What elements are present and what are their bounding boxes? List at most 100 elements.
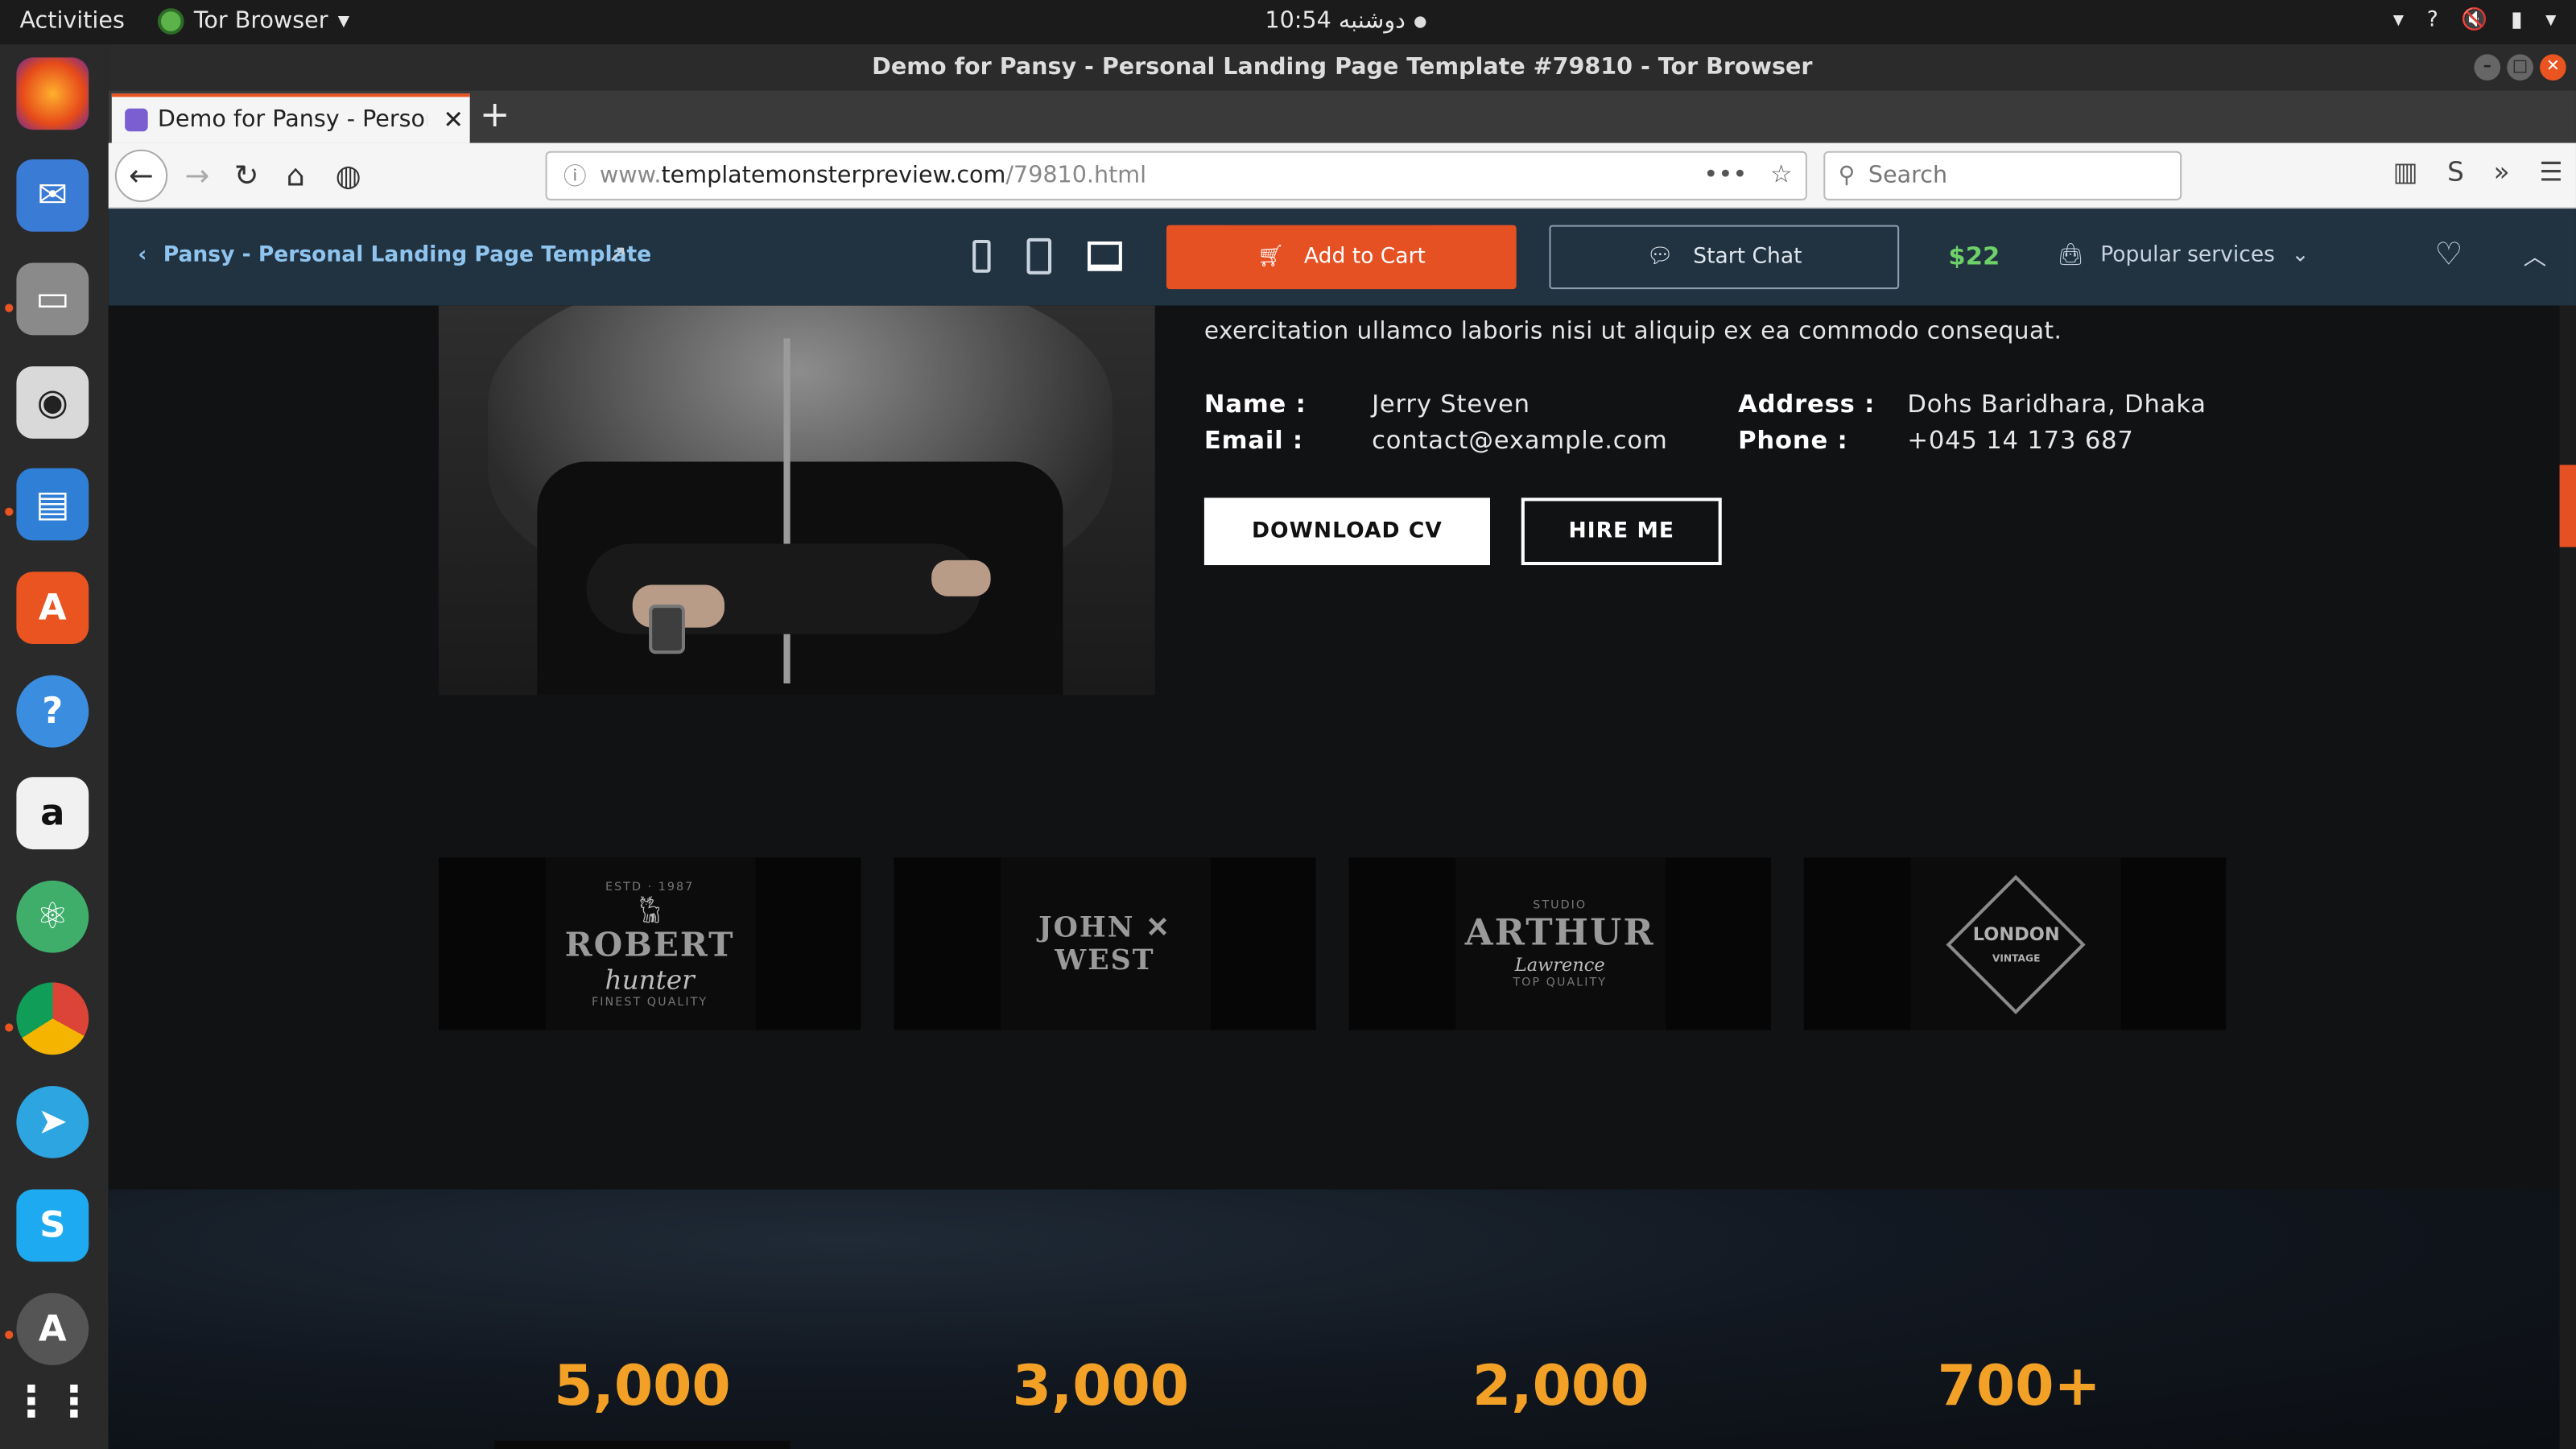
client-logo-john-west[interactable]: JOHN ✕ WEST [894,857,1316,1030]
hamburger-menu-icon[interactable]: ☰ [2539,156,2562,188]
chevron-down-icon: ⌄ [2291,243,2310,268]
app-menu[interactable]: Tor Browser ▾ [157,8,349,35]
close-tab-icon[interactable]: ✕ [437,105,470,135]
notification-dot-icon [1415,15,1427,27]
rhythmbox-icon[interactable]: ◉ [16,366,89,439]
add-to-cart-button[interactable]: 🛒︎ Add to Cart [1166,225,1517,290]
thunderbird-icon[interactable]: ✉ [16,159,89,232]
reload-icon[interactable]: ↻ [224,153,270,199]
collapse-toolbar-icon[interactable]: ︿ [2524,240,2547,273]
name-label: Name : [1203,389,1307,419]
tor-onion-icon[interactable]: ◍ [325,153,371,199]
help-icon[interactable]: ? [16,675,89,748]
url-text: www.templatemonsterpreview.com/79810.htm… [599,163,1147,189]
help-icon[interactable]: ? [2427,8,2438,33]
app-menu-label: Tor Browser [193,8,328,35]
stat-divider [494,1440,791,1449]
phone-label: Phone : [1738,425,1848,456]
desktop-view-icon[interactable] [1088,241,1122,271]
forward-icon[interactable]: → [174,153,220,199]
files-icon[interactable]: ▭ [16,262,89,336]
search-input[interactable]: ⚲ Search [1823,151,2182,200]
scrollbar-thumb[interactable] [2559,464,2576,547]
activities-button[interactable]: Activities [19,8,124,35]
overflow-icon[interactable]: » [2494,156,2510,188]
sidebar-icon[interactable]: ▥ [2393,156,2418,188]
address-value: Dohs Baridhara, Dhaka [1907,389,2207,419]
firefox-icon[interactable] [16,57,89,130]
logo-main-text: LONDON [1971,922,2058,944]
client-logo-robert-hunter[interactable]: ESTD · 1987 🦌︎ ROBERT hunter FINEST QUAL… [438,857,861,1030]
address-label: Address : [1738,389,1876,419]
profile-photo [438,305,1155,696]
stat-counter: 5,000 [554,1353,731,1420]
volume-muted-icon[interactable]: 🔇 [2461,8,2487,33]
wishlist-heart-icon[interactable]: ♡ [2434,237,2462,273]
battery-icon[interactable]: ▮ [2511,8,2523,33]
site-info-icon[interactable]: ⓘ [564,159,587,192]
client-logo-arthur[interactable]: STUDIO ARTHUR Lawrence TOP QUALITY [1348,857,1771,1030]
tab-title: Demo for Pansy - Person [157,106,427,134]
logo-main-text: ROBERT [564,923,735,964]
tab-strip: Demo for Pansy - Person ✕ + [108,90,2576,143]
page-content: exercitation ullamco laboris nisi ut ali… [108,305,2560,1449]
home-icon[interactable]: ⌂ [273,153,319,199]
telegram-icon[interactable]: ➤ [16,1085,89,1158]
hire-me-button[interactable]: HIRE ME [1521,497,1722,566]
search-placeholder: Search [1868,163,1948,189]
logo-top-text: ESTD · 1987 [605,879,695,894]
atom-icon[interactable]: ⚛ [16,880,89,953]
price-label: $22 [1948,241,2000,271]
logo-bottom-text: FINEST QUALITY [592,994,708,1009]
cart-icon: 🛒︎ [1257,245,1285,270]
amazon-icon[interactable]: a [16,777,89,850]
close-window-icon[interactable]: ✕ [2540,54,2566,80]
start-chat-button[interactable]: 💬︎ Start Chat [1549,225,1900,290]
email-value: contact@example.com [1372,425,1668,456]
mobile-view-icon[interactable] [972,239,991,273]
url-bar[interactable]: ⓘ www.templatemonsterpreview.com/79810.h… [545,151,1807,200]
logo-script-text: hunter [605,963,695,995]
about-text: exercitation ullamco laboris nisi ut ali… [1203,318,2062,345]
browser-tab[interactable]: Demo for Pansy - Person ✕ [111,93,470,143]
device-switcher [972,237,1122,275]
system-top-bar: Activities Tor Browser ▾ 10:54 دوشنبه ▾ … [0,0,2576,45]
logo-main-text: JOHN ✕ WEST [1038,910,1171,977]
favicon-icon [125,108,148,132]
tor-browser-icon [157,8,184,35]
tablet-view-icon[interactable] [1026,237,1052,275]
stat-counter: 3,000 [1012,1353,1190,1420]
system-tray[interactable]: ▾ ? 🔇 ▮ ▾ [2393,8,2557,33]
clock[interactable]: 10:54 دوشنبه [1265,8,1427,35]
window-title: Demo for Pansy - Personal Landing Page T… [872,54,1813,80]
bookmark-star-icon[interactable]: ☆ [1770,159,1792,189]
email-label: Email : [1203,425,1303,456]
popular-services-dropdown[interactable]: 👜︎ Popular services ⌄ [2057,243,2310,268]
stat-counter: 2,000 [1472,1353,1649,1420]
minimize-icon[interactable]: – [2474,54,2501,80]
new-tab-icon[interactable]: + [480,95,510,136]
logo-script-text: Lawrence [1514,954,1605,976]
skype-icon[interactable]: S [16,1189,89,1262]
bag-icon: 👜︎ [2057,243,2084,268]
back-icon[interactable]: ← [114,149,168,203]
dropdown-icon[interactable]: ▾ [2393,8,2404,33]
preview-toolbar: ‹ Pansy - Personal Landing Page Template… [108,208,2576,306]
show-apps-icon[interactable]: ⋮⋮ [10,1367,95,1439]
navigation-bar: ← → ↻ ⌂ ◍ ⓘ www.templatemonsterpreview.c… [108,142,2576,209]
template-back-link[interactable]: ‹ Pansy - Personal Landing Page Template [138,243,651,268]
system-menu-icon[interactable]: ▾ [2545,8,2556,33]
maximize-icon[interactable]: □ [2507,54,2533,80]
update-icon[interactable]: A [16,1293,89,1365]
popular-services-label: Popular services [2100,243,2275,268]
chrome-icon[interactable] [16,982,89,1055]
logo-bottom-text: VINTAGE [1991,952,2039,964]
external-link-icon[interactable]: ↗ [608,242,627,268]
extension-icon[interactable]: S [2447,156,2464,188]
download-cv-button[interactable]: DOWNLOAD CV [1203,497,1491,566]
client-logo-london[interactable]: LONDON VINTAGE [1803,857,2227,1030]
writer-icon[interactable]: ▤ [16,468,89,541]
software-center-icon[interactable]: A [16,572,89,644]
diamond-badge-icon: LONDON VINTAGE [1945,873,2085,1014]
page-actions-icon[interactable]: ••• [1703,159,1747,189]
